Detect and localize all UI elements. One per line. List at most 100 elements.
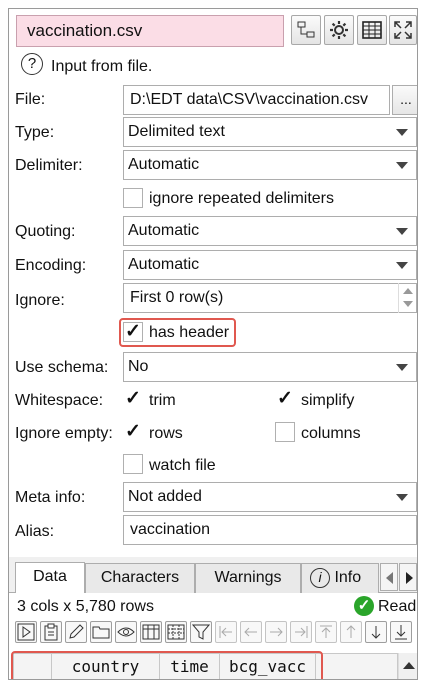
next-column-button[interactable] bbox=[265, 621, 287, 643]
first-row-button[interactable] bbox=[315, 621, 337, 643]
input-from-file-text: Input from file. bbox=[51, 58, 153, 75]
table-icon bbox=[362, 21, 382, 39]
meta-info-value: Not added bbox=[128, 488, 202, 505]
spinner-arrows[interactable] bbox=[398, 283, 416, 313]
tab-info[interactable]: i Info bbox=[301, 563, 379, 593]
edit-button[interactable] bbox=[65, 621, 87, 643]
spin-down-icon[interactable] bbox=[403, 301, 413, 307]
type-label: Type: bbox=[15, 124, 55, 141]
table-view-button[interactable] bbox=[357, 15, 387, 45]
read-status: Read bbox=[378, 598, 417, 615]
folder-icon bbox=[92, 626, 110, 639]
rows-checkbox[interactable]: ✓ bbox=[123, 422, 143, 443]
filter-icon bbox=[192, 624, 210, 640]
info-icon: i bbox=[310, 568, 330, 588]
use-schema-label: Use schema: bbox=[15, 359, 109, 376]
type-dropdown[interactable]: Delimited text bbox=[123, 117, 417, 147]
columns-label: columns bbox=[301, 425, 361, 442]
delimiter-dropdown[interactable]: Automatic bbox=[123, 150, 417, 180]
view-button[interactable] bbox=[115, 621, 137, 643]
schema-button[interactable] bbox=[291, 15, 321, 45]
maximize-button[interactable] bbox=[389, 15, 417, 45]
tab-warnings[interactable]: Warnings bbox=[195, 563, 301, 593]
node-title-field[interactable]: vaccination.csv bbox=[16, 15, 284, 47]
rows-view-button[interactable] bbox=[165, 621, 187, 643]
rows-label: rows bbox=[149, 425, 183, 442]
arrow-right-icon bbox=[270, 627, 283, 637]
spin-up-icon[interactable] bbox=[403, 288, 413, 294]
arrow-last-icon bbox=[295, 626, 308, 638]
arrow-down-icon bbox=[371, 626, 381, 639]
filter-button[interactable] bbox=[190, 621, 212, 643]
ignore-rows-value: First 0 row(s) bbox=[130, 289, 224, 306]
file-path-field[interactable]: D:\EDT data\CSV\vaccination.csv bbox=[123, 85, 390, 115]
last-column-button[interactable] bbox=[290, 621, 312, 643]
chevron-up-icon bbox=[403, 662, 415, 669]
type-value: Delimited text bbox=[128, 123, 225, 140]
chevron-down-icon bbox=[396, 162, 408, 169]
tab-info-label: Info bbox=[334, 569, 362, 586]
tab-data[interactable]: Data bbox=[15, 562, 85, 593]
grid-vertical-scrollbar[interactable] bbox=[398, 653, 417, 679]
use-schema-dropdown[interactable]: No bbox=[123, 352, 417, 382]
ignore-label: Ignore: bbox=[15, 292, 65, 309]
run-button[interactable] bbox=[15, 621, 37, 643]
rows-icon bbox=[167, 624, 185, 640]
pencil-icon bbox=[69, 624, 84, 639]
browse-button[interactable]: ... bbox=[392, 85, 417, 115]
expand-icon bbox=[394, 21, 412, 39]
columns-highlight bbox=[11, 651, 323, 679]
simplify-checkbox[interactable]: ✓ bbox=[275, 389, 295, 410]
ok-icon: ✓ bbox=[354, 596, 374, 616]
quoting-dropdown[interactable]: Automatic bbox=[123, 216, 417, 246]
last-row-button[interactable] bbox=[390, 621, 412, 643]
delimiter-value: Automatic bbox=[128, 156, 200, 173]
chevron-down-icon bbox=[396, 364, 408, 371]
quoting-value: Automatic bbox=[128, 222, 200, 239]
arrow-bottom-icon bbox=[395, 625, 407, 640]
play-icon bbox=[17, 623, 35, 641]
ignore-repeated-checkbox[interactable] bbox=[123, 188, 143, 208]
ignore-empty-label: Ignore empty: bbox=[15, 425, 113, 442]
ignore-rows-spinbox[interactable]: First 0 row(s) bbox=[123, 283, 417, 313]
whitespace-label: Whitespace: bbox=[15, 392, 104, 409]
chevron-down-icon bbox=[396, 494, 408, 501]
quoting-label: Quoting: bbox=[15, 223, 76, 240]
delimiter-label: Delimiter: bbox=[15, 157, 83, 174]
watch-file-checkbox[interactable] bbox=[123, 454, 143, 474]
clipboard-icon bbox=[44, 623, 58, 641]
meta-info-dropdown[interactable]: Not added bbox=[123, 482, 417, 512]
watch-file-label: watch file bbox=[149, 457, 216, 474]
prev-row-button[interactable] bbox=[340, 621, 362, 643]
trim-label: trim bbox=[149, 392, 176, 409]
arrow-left-icon bbox=[244, 627, 257, 637]
alias-field[interactable]: vaccination bbox=[123, 515, 417, 545]
chevron-left-icon bbox=[386, 572, 393, 584]
has-header-checkbox[interactable]: ✓ bbox=[123, 322, 143, 342]
encoding-label: Encoding: bbox=[15, 257, 87, 274]
ignore-repeated-label: ignore repeated delimiters bbox=[149, 190, 334, 207]
prev-column-button[interactable] bbox=[240, 621, 262, 643]
settings-button[interactable] bbox=[324, 15, 354, 45]
help-icon[interactable]: ? bbox=[21, 53, 43, 75]
chevron-down-icon bbox=[396, 129, 408, 136]
columns-view-button[interactable] bbox=[140, 621, 162, 643]
trim-checkbox[interactable]: ✓ bbox=[123, 389, 143, 410]
arrow-top-icon bbox=[320, 625, 332, 638]
has-header-label: has header bbox=[149, 324, 230, 341]
encoding-dropdown[interactable]: Automatic bbox=[123, 250, 417, 280]
file-label: File: bbox=[15, 91, 46, 108]
next-row-button[interactable] bbox=[365, 621, 387, 643]
transform-panel: vaccination.csv ? Input from file. File:… bbox=[8, 8, 418, 680]
copy-button[interactable] bbox=[40, 621, 62, 643]
first-column-button[interactable] bbox=[215, 621, 237, 643]
tab-bar: Data Characters Warnings i Info bbox=[9, 557, 417, 593]
simplify-label: simplify bbox=[301, 392, 355, 409]
columns-checkbox[interactable] bbox=[275, 422, 295, 442]
open-folder-button[interactable] bbox=[90, 621, 112, 643]
meta-info-label: Meta info: bbox=[15, 489, 86, 506]
tab-scroll-left[interactable] bbox=[380, 563, 398, 591]
tab-characters[interactable]: Characters bbox=[85, 563, 195, 593]
columns-icon bbox=[142, 624, 160, 640]
tab-scroll-right[interactable] bbox=[399, 563, 417, 591]
